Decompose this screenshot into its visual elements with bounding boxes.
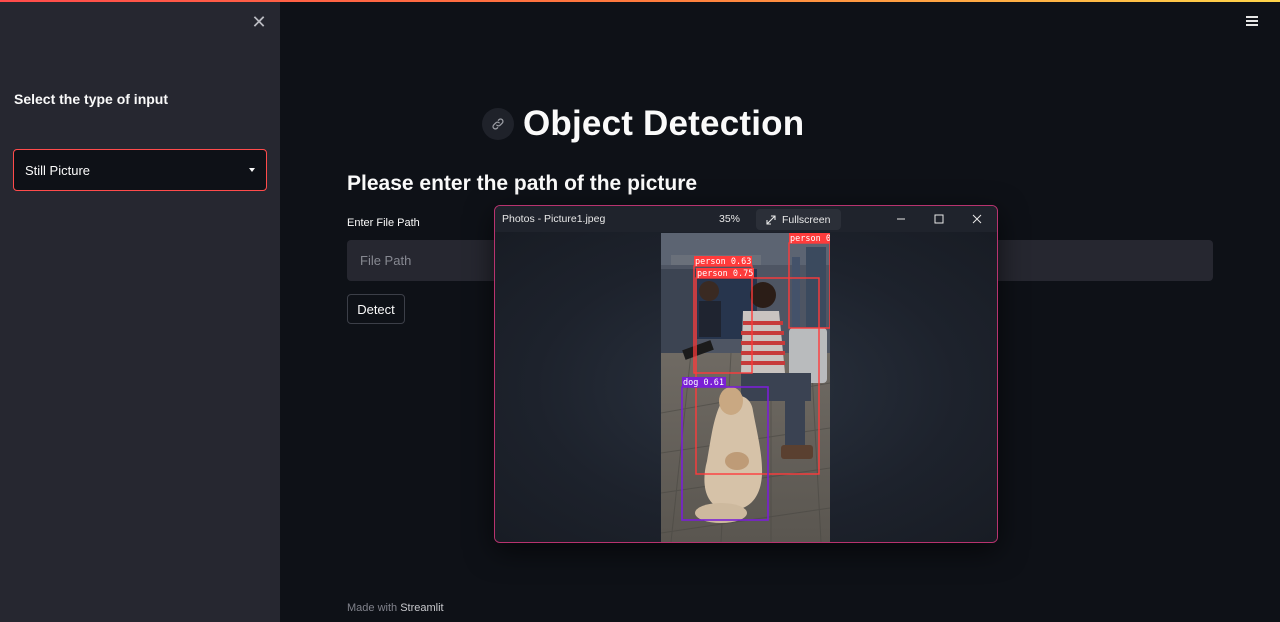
- link-icon[interactable]: [482, 108, 514, 140]
- detection-label-person-2: person 0.75: [697, 269, 753, 279]
- page-title: Object Detection: [523, 104, 805, 143]
- fullscreen-label: Fullscreen: [782, 213, 831, 226]
- photo-viewport: person 0.63 person 0.75 person 0 dog 0.6…: [495, 232, 997, 542]
- sidebar: ✕ Select the type of input Still Picture: [0, 2, 280, 622]
- window-close-icon[interactable]: [970, 212, 984, 226]
- detection-label-dog: dog 0.61: [683, 378, 724, 388]
- zoom-level[interactable]: 35%: [719, 213, 740, 225]
- chevron-down-icon: [249, 168, 255, 172]
- detection-label-person-1: person 0.63: [695, 257, 751, 267]
- detection-label-person-3: person 0: [790, 234, 830, 244]
- footer-brand-link[interactable]: Streamlit: [400, 602, 443, 614]
- photos-window: Photos - Picture1.jpeg 35% Fullscreen pe…: [494, 205, 998, 543]
- detection-photo: person 0.63 person 0.75 person 0 dog 0.6…: [661, 233, 830, 542]
- sidebar-heading: Select the type of input: [14, 91, 169, 107]
- maximize-icon[interactable]: [932, 212, 946, 226]
- file-path-label: Enter File Path: [347, 217, 420, 229]
- title-row: Object Detection: [482, 102, 804, 146]
- select-value: Still Picture: [25, 162, 91, 178]
- detection-photo-canvas: person 0.63 person 0.75 person 0 dog 0.6…: [661, 233, 830, 542]
- input-type-select[interactable]: Still Picture: [13, 149, 267, 191]
- footer-prefix: Made with: [347, 602, 398, 614]
- menu-icon[interactable]: [1244, 14, 1260, 30]
- fullscreen-button[interactable]: Fullscreen: [756, 209, 841, 230]
- footer: Made with Streamlit: [347, 602, 444, 614]
- minimize-icon[interactable]: [894, 212, 908, 226]
- photos-titlebar: Photos - Picture1.jpeg 35% Fullscreen: [495, 206, 997, 232]
- detect-button[interactable]: Detect: [347, 294, 405, 324]
- photos-window-title: Photos - Picture1.jpeg: [502, 213, 606, 225]
- close-icon[interactable]: ✕: [250, 13, 268, 31]
- expand-icon: [766, 214, 776, 225]
- section-heading: Please enter the path of the picture: [347, 172, 698, 195]
